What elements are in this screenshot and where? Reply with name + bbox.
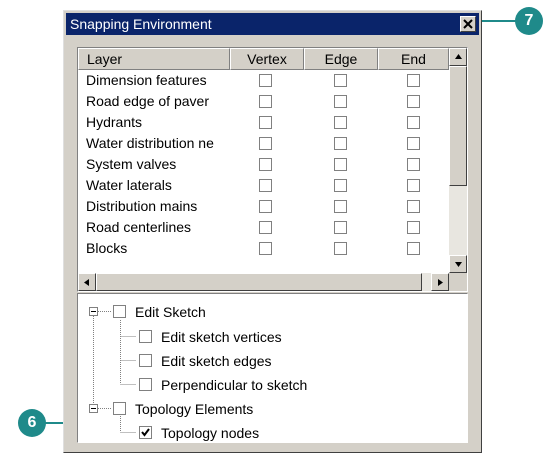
scroll-right-button[interactable] xyxy=(431,273,449,291)
tree-node-label: Perpendicular to sketch xyxy=(161,377,308,393)
table-area: Layer Vertex Edge End Dimension features… xyxy=(78,48,449,273)
end-checkbox[interactable] xyxy=(407,200,420,213)
scroll-left-button[interactable] xyxy=(78,273,96,291)
vertex-checkbox[interactable] xyxy=(259,158,272,171)
vertical-scrollbar[interactable] xyxy=(449,48,467,273)
table-row: Road centerlines xyxy=(78,217,449,238)
edge-checkbox[interactable] xyxy=(334,74,347,87)
tree-node-topology-nodes[interactable]: Topology nodes xyxy=(139,422,439,442)
snap-tree: Edit Sketch Edit sketch vertices Edit sk… xyxy=(77,293,468,443)
vertex-checkbox[interactable] xyxy=(259,179,272,192)
tree-node-label: Edit sketch edges xyxy=(161,353,272,369)
vertex-checkbox[interactable] xyxy=(259,200,272,213)
column-header-edge[interactable]: Edge xyxy=(304,48,378,70)
edge-checkbox[interactable] xyxy=(334,179,347,192)
column-header-end[interactable]: End xyxy=(378,48,449,70)
topology-nodes-checkbox[interactable] xyxy=(139,426,152,439)
end-checkbox[interactable] xyxy=(407,158,420,171)
end-checkbox[interactable] xyxy=(407,179,420,192)
end-checkbox[interactable] xyxy=(407,116,420,129)
callout-marker: 7 xyxy=(515,7,543,35)
edge-checkbox[interactable] xyxy=(334,137,347,150)
scroll-up-button[interactable] xyxy=(449,48,467,66)
end-checkbox[interactable] xyxy=(407,221,420,234)
edge-checkbox[interactable] xyxy=(334,242,347,255)
vertex-checkbox[interactable] xyxy=(259,221,272,234)
layer-table: Layer Vertex Edge End Dimension features… xyxy=(77,47,468,292)
vertex-checkbox[interactable] xyxy=(259,116,272,129)
edit-sketch-checkbox[interactable] xyxy=(113,305,126,318)
title-bar: Snapping Environment xyxy=(66,13,479,35)
table-row: Road edge of paver xyxy=(78,91,449,112)
edit-sketch-vertices-checkbox[interactable] xyxy=(139,330,152,343)
tree-node-edit-sketch[interactable]: Edit Sketch xyxy=(113,301,413,323)
edit-sketch-edges-checkbox[interactable] xyxy=(139,354,152,367)
vertical-scroll-thumb[interactable] xyxy=(449,66,467,186)
window-title: Snapping Environment xyxy=(70,16,212,32)
tree-node-perpendicular-to-sketch[interactable]: Perpendicular to sketch xyxy=(139,374,439,396)
layer-name: Blocks xyxy=(86,240,128,256)
checkmark-icon xyxy=(141,428,150,437)
layer-name: Water laterals xyxy=(86,177,172,193)
table-row: System valves xyxy=(78,154,449,175)
tree-node-label: Topology nodes xyxy=(161,425,260,441)
table-row: Blocks xyxy=(78,238,449,259)
vertex-checkbox[interactable] xyxy=(259,74,272,87)
horizontal-scrollbar[interactable] xyxy=(78,273,449,291)
layer-name: System valves xyxy=(86,156,177,172)
tree-node-label: Edit sketch vertices xyxy=(161,329,282,345)
arrow-up-icon xyxy=(455,54,462,59)
arrow-down-icon xyxy=(455,262,462,267)
vertex-checkbox[interactable] xyxy=(259,242,272,255)
edge-checkbox[interactable] xyxy=(334,116,347,129)
layer-name: Distribution mains xyxy=(86,198,198,214)
tree-node-label: Topology Elements xyxy=(135,401,254,417)
callout-marker: 6 xyxy=(18,409,46,437)
layer-name: Dimension features xyxy=(86,72,207,88)
vertex-checkbox[interactable] xyxy=(259,137,272,150)
column-header-vertex[interactable]: Vertex xyxy=(230,48,304,70)
tree-node-topology-elements[interactable]: Topology Elements xyxy=(113,398,413,420)
arrow-left-icon xyxy=(84,279,89,286)
collapse-edit-sketch-expander[interactable] xyxy=(89,307,98,316)
table-row: Water distribution ne xyxy=(78,133,449,154)
end-checkbox[interactable] xyxy=(407,137,420,150)
table-row: Hydrants xyxy=(78,112,449,133)
tree-node-label: Edit Sketch xyxy=(135,304,206,320)
scrollbar-corner xyxy=(449,273,467,291)
arrow-right-icon xyxy=(438,279,443,286)
end-checkbox[interactable] xyxy=(407,242,420,255)
scroll-down-button[interactable] xyxy=(449,255,467,273)
layer-name: Road edge of paver xyxy=(86,93,209,109)
layer-name: Water distribution ne xyxy=(86,135,214,151)
tree-node-edit-sketch-edges[interactable]: Edit sketch edges xyxy=(139,350,439,372)
table-row: Dimension features xyxy=(78,70,449,91)
edge-checkbox[interactable] xyxy=(334,200,347,213)
layer-name: Road centerlines xyxy=(86,219,192,235)
vertex-checkbox[interactable] xyxy=(259,95,272,108)
close-icon xyxy=(463,19,473,29)
snapping-environment-window: Snapping Environment Layer Vertex Edge E… xyxy=(63,10,482,453)
table-row: Water laterals xyxy=(78,175,449,196)
edge-checkbox[interactable] xyxy=(334,158,347,171)
edge-checkbox[interactable] xyxy=(334,95,347,108)
layer-name: Hydrants xyxy=(86,114,143,130)
column-header-layer[interactable]: Layer xyxy=(78,48,230,70)
edge-checkbox[interactable] xyxy=(334,221,347,234)
collapse-topology-expander[interactable] xyxy=(89,404,98,413)
horizontal-scroll-thumb[interactable] xyxy=(96,273,422,291)
end-checkbox[interactable] xyxy=(407,95,420,108)
topology-elements-checkbox[interactable] xyxy=(113,402,126,415)
close-button[interactable] xyxy=(460,16,476,32)
table-row: Distribution mains xyxy=(78,196,449,217)
perpendicular-to-sketch-checkbox[interactable] xyxy=(139,378,152,391)
end-checkbox[interactable] xyxy=(407,74,420,87)
tree-node-edit-sketch-vertices[interactable]: Edit sketch vertices xyxy=(139,326,439,348)
